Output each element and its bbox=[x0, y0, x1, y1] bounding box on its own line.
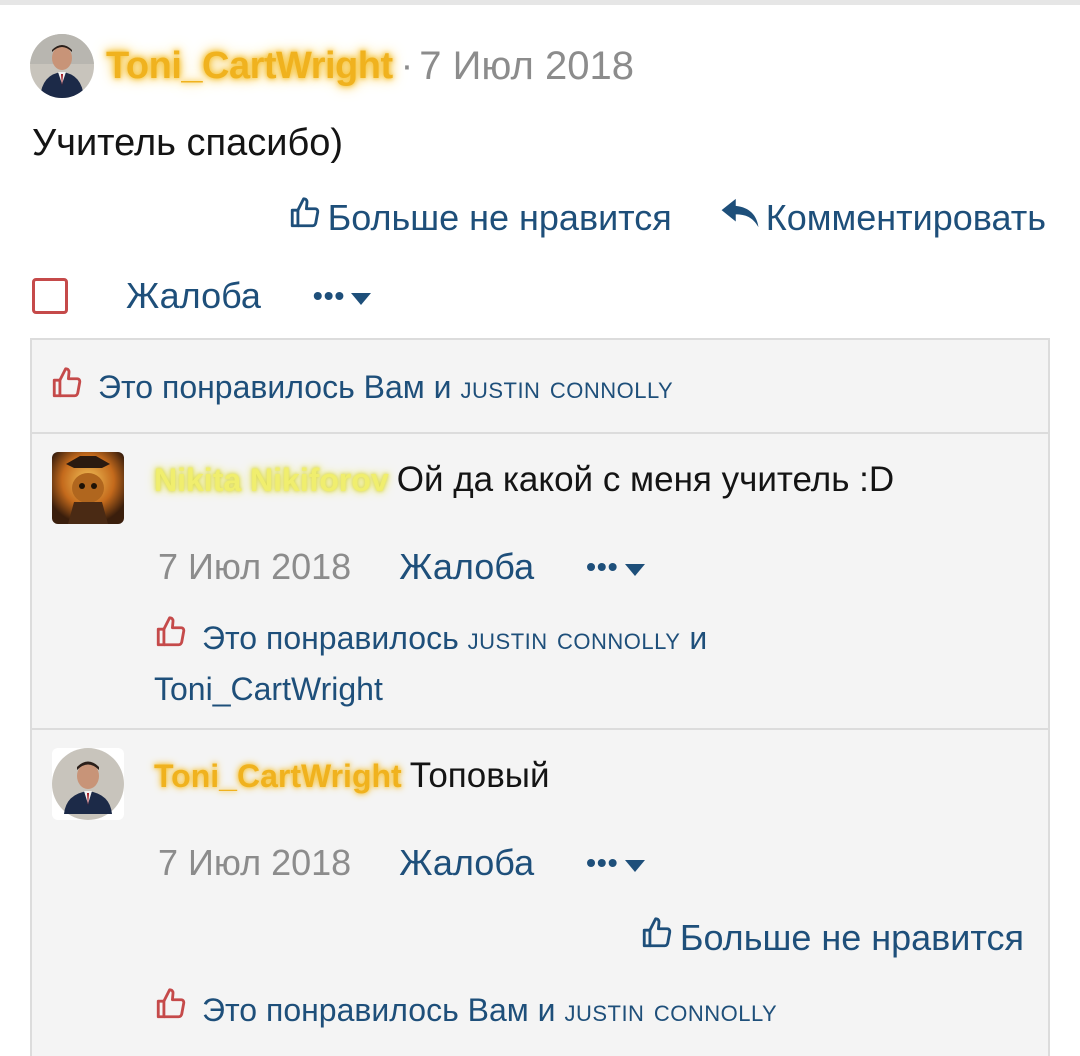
caret-down-icon bbox=[345, 280, 372, 312]
comment-button[interactable]: Комментировать bbox=[720, 196, 1046, 239]
post-like-summary: Это понравилось Вам и Justin Connolly bbox=[50, 366, 673, 408]
separator-dot: · bbox=[400, 44, 414, 87]
select-checkbox[interactable] bbox=[32, 278, 68, 314]
likes-prefix: Это понравилось Вам и bbox=[98, 368, 452, 405]
comment-item: Nikita Nikiforov Ой да какой с меня учит… bbox=[32, 434, 1048, 728]
caret-down-icon bbox=[619, 847, 645, 879]
unlike-button[interactable]: Больше не нравится bbox=[640, 916, 1024, 959]
comment-like-summary: Это понравилось Justin Connolly и Toni_C… bbox=[154, 614, 974, 713]
comments-panel: Это понравилось Вам и Justin Connolly bbox=[30, 338, 1050, 1056]
comment-content: Toni_CartWright Топовый bbox=[154, 756, 550, 796]
thumbs-up-outline-icon bbox=[288, 196, 328, 239]
unlike-button[interactable]: Больше не нравится bbox=[288, 196, 672, 239]
comment-like-summary: Это понравилось Вам и Justin Connolly bbox=[154, 986, 974, 1037]
comment-text: Ой да какой с меня учитель :D bbox=[396, 460, 895, 499]
post-meta-row: Жалоба ••• bbox=[32, 272, 372, 320]
more-options-button[interactable]: ••• bbox=[586, 551, 645, 583]
unlike-label: Больше не нравится bbox=[327, 196, 672, 238]
thumbs-up-red-icon bbox=[50, 366, 98, 408]
post-date[interactable]: 7 Июл 2018 bbox=[419, 44, 634, 89]
author-name-link[interactable]: Toni_CartWright bbox=[106, 45, 393, 88]
author-avatar[interactable] bbox=[30, 34, 94, 98]
thumbs-up-red-icon bbox=[154, 614, 188, 662]
likes-prefix: Это понравилось Вам и bbox=[202, 992, 556, 1028]
liked-user-link[interactable]: Justin Connolly bbox=[460, 369, 673, 405]
post-body: Учитель спасибо) bbox=[32, 122, 344, 164]
commenter-avatar[interactable] bbox=[52, 748, 124, 820]
comment-date[interactable]: 7 Июл 2018 bbox=[158, 546, 351, 588]
caret-down-icon bbox=[619, 551, 645, 583]
commenter-name-link[interactable]: Toni_CartWright bbox=[154, 758, 402, 795]
reply-arrow-icon bbox=[720, 196, 766, 239]
commenter-avatar[interactable] bbox=[52, 452, 124, 524]
comment-item: Toni_CartWright Топовый 7 Июл 2018 Жалоб… bbox=[32, 730, 1048, 1056]
more-dots: ••• bbox=[312, 280, 346, 311]
comment-text: Топовый bbox=[409, 756, 550, 795]
liked-user-link[interactable]: Justin Connolly bbox=[468, 620, 681, 656]
liked-user-link-2[interactable]: Toni_CartWright bbox=[154, 671, 383, 707]
more-dots: ••• bbox=[586, 551, 619, 582]
likes-prefix: Это понравилось bbox=[202, 620, 459, 656]
post-actions: Больше не нравится Комментировать bbox=[288, 196, 1046, 239]
commenter-name-link[interactable]: Nikita Nikiforov bbox=[154, 462, 389, 499]
likes-and: и bbox=[689, 620, 708, 656]
comment-date[interactable]: 7 Июл 2018 bbox=[158, 842, 351, 884]
unlike-label: Больше не нравится bbox=[679, 916, 1024, 958]
comment-label: Комментировать bbox=[765, 196, 1046, 238]
more-dots: ••• bbox=[586, 847, 619, 878]
comment-meta: 7 Июл 2018 Жалоба ••• bbox=[158, 546, 645, 588]
comment-meta: 7 Июл 2018 Жалоба ••• bbox=[158, 842, 645, 884]
thumbs-up-outline-icon bbox=[640, 916, 680, 959]
report-link[interactable]: Жалоба bbox=[399, 842, 534, 884]
more-options-button[interactable]: ••• bbox=[312, 280, 372, 312]
report-link[interactable]: Жалоба bbox=[126, 275, 261, 317]
liked-user-link[interactable]: Justin Connolly bbox=[564, 992, 777, 1028]
like-summary-text: Это понравилось Вам и Justin Connolly bbox=[98, 369, 673, 406]
post-header: Toni_CartWright · 7 Июл 2018 bbox=[30, 34, 634, 98]
thumbs-up-red-icon bbox=[154, 986, 188, 1034]
report-link[interactable]: Жалоба bbox=[399, 546, 534, 588]
top-divider bbox=[0, 0, 1080, 5]
more-options-button[interactable]: ••• bbox=[586, 847, 645, 879]
comment-content: Nikita Nikiforov Ой да какой с меня учит… bbox=[154, 460, 894, 500]
